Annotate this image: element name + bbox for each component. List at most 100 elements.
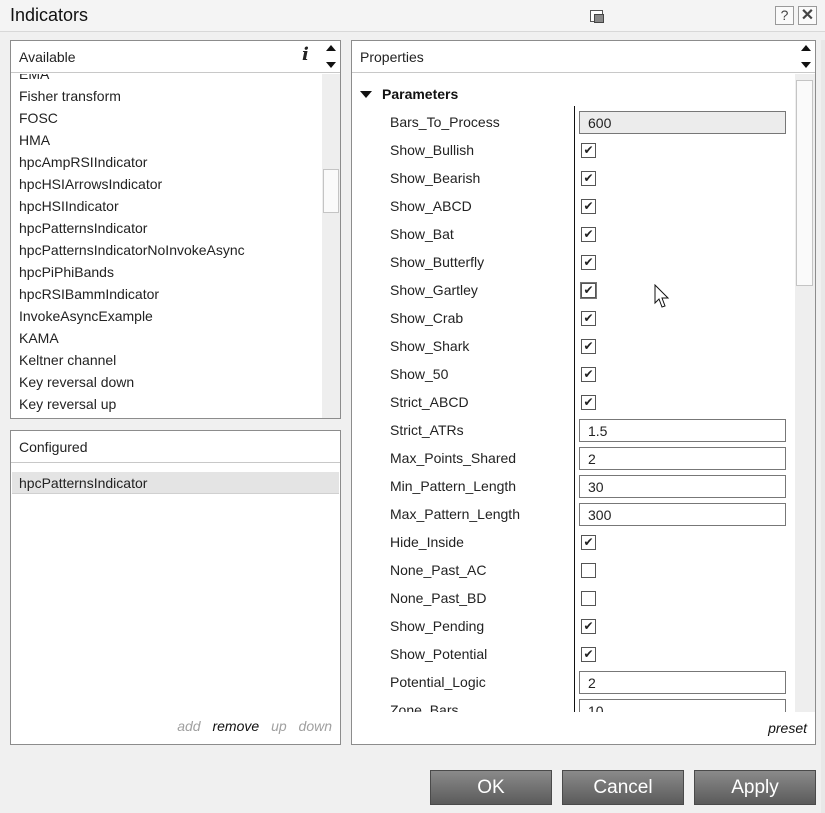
property-row: Strict_ATRs 1.5 — [352, 416, 792, 444]
list-item[interactable]: InvokeAsyncExample — [19, 308, 153, 324]
list-item[interactable]: hpcPiPhiBands — [19, 264, 114, 280]
list-item[interactable]: hpcHSIIndicator — [19, 198, 119, 214]
list-item[interactable]: FOSC — [19, 110, 58, 126]
property-name: Show_Butterfly — [390, 254, 485, 270]
list-item[interactable]: Keltner channel — [19, 352, 116, 368]
ok-button[interactable]: OK — [430, 770, 552, 805]
title-bar: Indicators ? ✕ — [0, 0, 825, 32]
configured-header: Configured — [11, 431, 340, 463]
move-up-button[interactable]: up — [271, 718, 287, 734]
properties-scroll-thumb[interactable] — [796, 80, 813, 286]
available-list[interactable]: EMA Fisher transform FOSC HMA hpcAmpRSIIndic… — [11, 74, 322, 418]
list-item[interactable]: hpcAmpRSIIndicator — [19, 154, 147, 170]
property-value-field[interactable]: 600 — [579, 111, 786, 134]
list-item[interactable]: Key reversal down — [19, 374, 134, 390]
available-spin-control[interactable] — [324, 42, 338, 72]
property-name: Strict_ABCD — [390, 394, 469, 410]
arrow-up-icon[interactable] — [326, 45, 336, 51]
apply-button[interactable]: Apply — [694, 770, 816, 805]
property-name: Potential_Logic — [390, 674, 486, 690]
property-value-field[interactable]: 2 — [579, 447, 786, 470]
help-button[interactable]: ? — [775, 6, 794, 25]
property-name: Show_50 — [390, 366, 449, 382]
property-checkbox[interactable]: ✔ — [581, 143, 596, 158]
property-row: Show_Bat ✔ — [352, 220, 792, 248]
parameters-section-label: Parameters — [382, 86, 459, 102]
property-checkbox[interactable]: ✔ — [581, 619, 596, 634]
property-row: Show_Pending ✔ — [352, 612, 792, 640]
list-item[interactable]: KAMA — [19, 330, 59, 346]
property-name: Strict_ATRs — [390, 422, 464, 438]
property-value-field[interactable]: 1.5 — [579, 419, 786, 442]
property-checkbox[interactable] — [581, 591, 596, 606]
available-scroll-thumb[interactable] — [323, 169, 339, 213]
background-window-edge — [821, 40, 825, 813]
available-title: Available — [19, 49, 76, 65]
mouse-pointer-icon — [654, 284, 670, 308]
property-row: Show_Gartley ✔ — [352, 276, 792, 304]
add-button[interactable]: add — [177, 718, 200, 734]
list-item[interactable]: Fisher transform — [19, 88, 121, 104]
arrow-down-icon[interactable] — [801, 62, 811, 68]
property-row: Strict_ABCD ✔ — [352, 388, 792, 416]
available-panel: Available i EMA Fisher transform FOSC HMA hp… — [10, 40, 341, 419]
property-checkbox[interactable]: ✔ — [581, 535, 596, 550]
property-row: Hide_Inside ✔ — [352, 528, 792, 556]
configured-item-label: hpcPatternsIndicator — [19, 475, 148, 491]
close-button[interactable]: ✕ — [798, 6, 817, 25]
remove-button[interactable]: remove — [212, 718, 259, 734]
property-row: Max_Pattern_Length 300 — [352, 500, 792, 528]
list-item[interactable]: hpcPatternsIndicator — [19, 220, 147, 236]
move-down-button[interactable]: down — [299, 718, 332, 734]
triangle-down-icon[interactable] — [360, 91, 372, 98]
property-checkbox[interactable]: ✔ — [581, 171, 596, 186]
property-checkbox[interactable]: ✔ — [581, 255, 596, 270]
cancel-button[interactable]: Cancel — [562, 770, 684, 805]
properties-spin-control[interactable] — [799, 42, 813, 72]
restore-window-icon[interactable] — [590, 10, 605, 24]
properties-panel: Properties Parameters Bars_To_Process 600… — [351, 40, 816, 745]
property-name: Min_Pattern_Length — [390, 478, 517, 494]
property-row: None_Past_BD — [352, 584, 792, 612]
property-row: Show_Shark ✔ — [352, 332, 792, 360]
property-row: Show_Butterfly ✔ — [352, 248, 792, 276]
property-value-field[interactable]: 10 — [579, 699, 786, 712]
list-item[interactable]: Key reversal up — [19, 396, 116, 412]
property-name: Bars_To_Process — [390, 114, 500, 130]
list-item[interactable]: hpcRSIBammIndicator — [19, 286, 159, 302]
property-checkbox[interactable]: ✔ — [581, 227, 596, 242]
property-value-field[interactable]: 30 — [579, 475, 786, 498]
configured-item[interactable]: hpcPatternsIndicator — [12, 472, 339, 494]
property-value-field[interactable]: 300 — [579, 503, 786, 526]
properties-scrollbar[interactable] — [795, 74, 815, 712]
property-name: Show_Crab — [390, 310, 464, 326]
property-name: None_Past_AC — [390, 562, 487, 578]
property-name: Show_Pending — [390, 618, 485, 634]
property-name: Show_Bullish — [390, 142, 475, 158]
preset-link[interactable]: preset — [768, 720, 807, 736]
list-item[interactable]: HMA — [19, 132, 50, 148]
property-checkbox[interactable]: ✔ — [581, 283, 596, 298]
arrow-up-icon[interactable] — [801, 45, 811, 51]
configured-panel: Configured hpcPatternsIndicator add remo… — [10, 430, 341, 745]
property-name: Zone_Bars — [390, 702, 459, 712]
property-checkbox[interactable]: ✔ — [581, 339, 596, 354]
property-checkbox[interactable]: ✔ — [581, 199, 596, 214]
available-scrollbar[interactable] — [322, 74, 340, 418]
property-checkbox[interactable]: ✔ — [581, 367, 596, 382]
property-row: Show_50 ✔ — [352, 360, 792, 388]
list-item[interactable]: EMA — [19, 74, 49, 82]
property-row: Potential_Logic 2 — [352, 668, 792, 696]
property-value-field[interactable]: 2 — [579, 671, 786, 694]
property-row: Min_Pattern_Length 30 — [352, 472, 792, 500]
property-name: Show_ABCD — [390, 198, 472, 214]
info-icon[interactable]: i — [302, 44, 309, 65]
property-checkbox[interactable]: ✔ — [581, 395, 596, 410]
list-item[interactable]: hpcHSIArrowsIndicator — [19, 176, 162, 192]
list-item[interactable]: hpcPatternsIndicatorNoInvokeAsync — [19, 242, 245, 258]
property-row: Show_Potential ✔ — [352, 640, 792, 668]
property-checkbox[interactable]: ✔ — [581, 311, 596, 326]
arrow-down-icon[interactable] — [326, 62, 336, 68]
property-checkbox[interactable] — [581, 563, 596, 578]
property-checkbox[interactable]: ✔ — [581, 647, 596, 662]
